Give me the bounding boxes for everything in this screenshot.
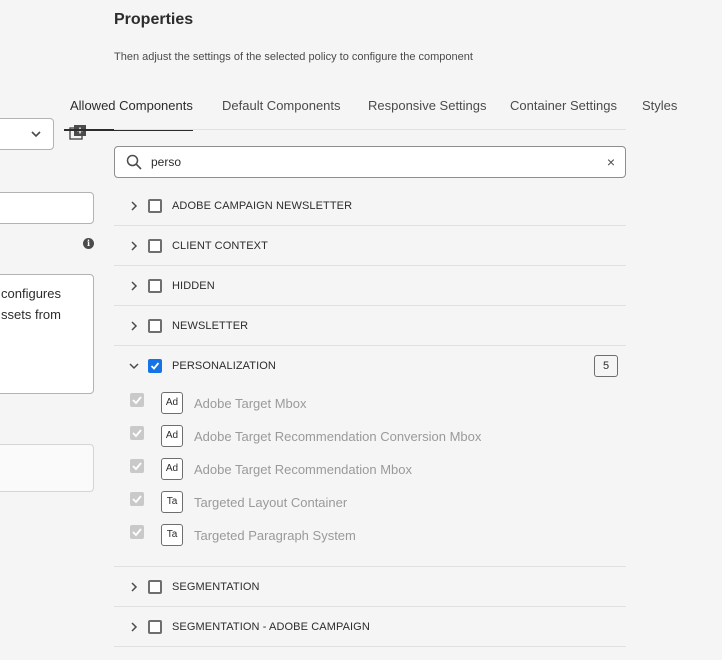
group-checkbox[interactable] — [148, 580, 162, 594]
chevron-down-icon[interactable] — [128, 359, 140, 373]
component-badge: Ad — [161, 458, 183, 480]
group-segmentation-adobe-campaign: SEGMENTATION - ADOBE CAMPAIGN — [114, 607, 626, 647]
group-segmentation: SEGMENTATION — [114, 567, 626, 607]
checkmark-icon — [132, 495, 142, 504]
tab-styles[interactable]: Styles — [642, 98, 677, 130]
page-title: Properties — [114, 11, 194, 28]
selected-count-badge: 5 — [594, 355, 618, 377]
tab-bar: Allowed Components Default Components Re… — [64, 96, 710, 131]
checkmark-icon — [132, 528, 142, 537]
item-label: Adobe Target Mbox — [194, 396, 307, 411]
info-icon[interactable]: i — [83, 238, 94, 249]
chevron-right-icon[interactable] — [128, 279, 140, 293]
item-checkbox[interactable] — [130, 525, 144, 539]
policy-description-textarea[interactable]: configures ssets from — [0, 274, 94, 394]
chevron-right-icon[interactable] — [128, 620, 140, 634]
item-checkbox[interactable] — [130, 426, 144, 440]
group-label: PERSONALIZATION — [172, 360, 276, 372]
component-badge: Ta — [161, 491, 183, 513]
search-icon — [126, 154, 142, 170]
group-newsletter: NEWSLETTER — [114, 306, 626, 346]
group-label: NEWSLETTER — [172, 320, 249, 332]
item-checkbox[interactable] — [130, 492, 144, 506]
component-badge: Ad — [161, 425, 183, 447]
chevron-right-icon[interactable] — [128, 580, 140, 594]
chevron-right-icon[interactable] — [128, 199, 140, 213]
checkmark-icon — [132, 462, 142, 471]
list-item: Ta Targeted Layout Container — [114, 484, 626, 517]
group-adobe-campaign-newsletter: ADOBE CAMPAIGN NEWSLETTER — [114, 186, 626, 226]
group-label: SEGMENTATION - ADOBE CAMPAIGN — [172, 621, 370, 633]
policy-select[interactable] — [0, 118, 54, 150]
textarea-line: ssets from — [1, 307, 61, 322]
tab-default-components[interactable]: Default Components — [222, 98, 341, 130]
group-checkbox[interactable] — [148, 620, 162, 634]
tab-responsive-settings[interactable]: Responsive Settings — [368, 98, 487, 130]
group-label: ADOBE CAMPAIGN NEWSLETTER — [172, 200, 353, 212]
group-label: SEGMENTATION — [172, 581, 260, 593]
group-checkbox[interactable] — [148, 359, 162, 373]
chevron-right-icon[interactable] — [128, 319, 140, 333]
list-item: Ad Adobe Target Recommendation Mbox — [114, 451, 626, 484]
item-label: Adobe Target Recommendation Mbox — [194, 462, 412, 477]
close-icon[interactable]: × — [607, 154, 615, 170]
item-checkbox[interactable] — [130, 459, 144, 473]
item-label: Targeted Layout Container — [194, 495, 348, 510]
group-checkbox[interactable] — [148, 199, 162, 213]
group-personalization: PERSONALIZATION 5 — [114, 346, 626, 386]
list-item: Ta Targeted Paragraph System — [114, 517, 626, 550]
textarea-line: configures — [1, 286, 61, 301]
group-label: CLIENT CONTEXT — [172, 240, 268, 252]
search-input[interactable]: perso — [151, 155, 181, 169]
personalization-items: Ad Adobe Target Mbox Ad Adobe Target Rec… — [114, 385, 626, 567]
group-hidden: HIDDEN — [114, 266, 626, 306]
tabs-divider — [114, 129, 626, 130]
list-item: Ad Adobe Target Recommendation Conversio… — [114, 418, 626, 451]
checkmark-icon — [150, 362, 160, 370]
checkmark-icon — [132, 429, 142, 438]
tab-container-settings[interactable]: Container Settings — [510, 98, 617, 130]
chevron-down-icon — [31, 131, 41, 138]
component-search[interactable]: perso × — [114, 146, 626, 178]
item-checkbox[interactable] — [130, 393, 144, 407]
policy-title-input[interactable] — [0, 192, 94, 224]
tab-allowed-components[interactable]: Allowed Components — [64, 98, 193, 131]
group-checkbox[interactable] — [148, 319, 162, 333]
component-badge: Ad — [161, 392, 183, 414]
group-checkbox[interactable] — [148, 239, 162, 253]
group-checkbox[interactable] — [148, 279, 162, 293]
component-badge: Ta — [161, 524, 183, 546]
checkmark-icon — [132, 396, 142, 405]
chevron-right-icon[interactable] — [128, 239, 140, 253]
group-label: HIDDEN — [172, 280, 215, 292]
group-client-context: CLIENT CONTEXT — [114, 226, 626, 266]
list-item: Ad Adobe Target Mbox — [114, 385, 626, 418]
left-field[interactable] — [0, 444, 94, 492]
item-label: Adobe Target Recommendation Conversion M… — [194, 429, 482, 444]
page-subtitle: Then adjust the settings of the selected… — [114, 51, 473, 63]
item-label: Targeted Paragraph System — [194, 528, 356, 543]
